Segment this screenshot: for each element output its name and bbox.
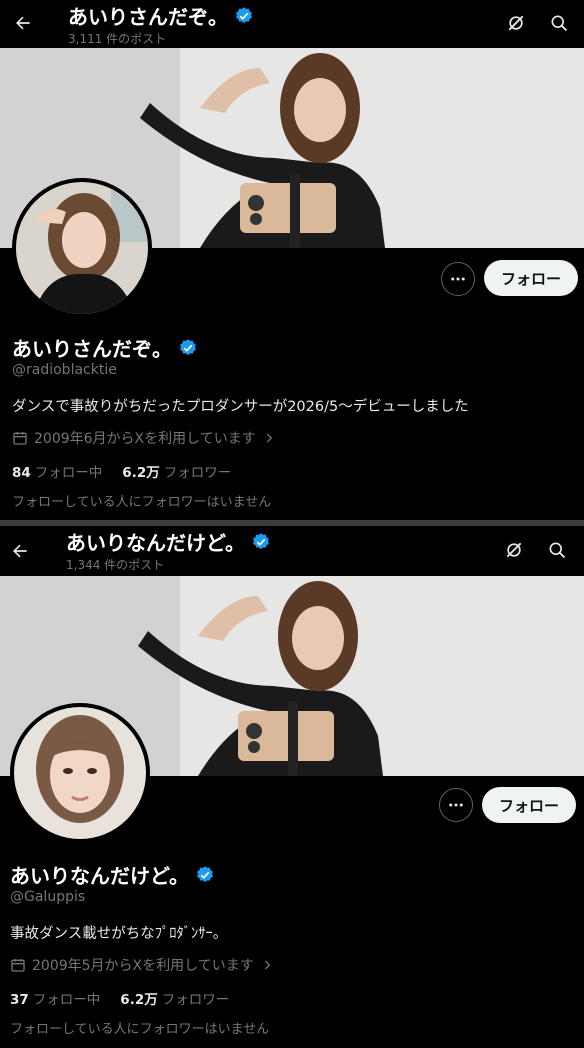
grok-icon[interactable] [501, 537, 527, 563]
following-label: フォロー中 [34, 465, 103, 481]
joined-date[interactable]: 2009年5月からXを利用しています [10, 955, 274, 975]
mutual-followers-note: フォローしている人にフォロワーはいません [10, 1022, 270, 1037]
more-dots-icon [449, 803, 463, 807]
following-link[interactable]: 37 フォロー中 [10, 988, 100, 1008]
display-name: あいりさんだぞ。 [12, 333, 198, 362]
post-count: 1,344 件のポスト [66, 558, 165, 572]
search-icon[interactable] [546, 10, 572, 36]
calendar-icon [11, 959, 25, 972]
header-name: あいりさんだぞ。 [68, 5, 228, 29]
more-options-button[interactable] [441, 262, 475, 296]
followers-link[interactable]: 6.2万 フォロワー [122, 461, 231, 481]
followers-label: フォロワー [163, 465, 232, 481]
avatar[interactable] [12, 178, 152, 318]
display-name-text: あいりさんだぞ。 [12, 337, 172, 361]
followers-count: 6.2万 [120, 992, 158, 1008]
calendar-icon [13, 432, 27, 445]
joined-text: 2009年5月からXを利用しています [32, 958, 254, 974]
grok-icon[interactable] [503, 10, 529, 36]
handle: @Galuppis [10, 889, 86, 905]
top-bar: あいりさんだぞ。 3,111 件のポスト [0, 0, 584, 48]
joined-text: 2009年6月からXを利用しています [34, 431, 256, 447]
post-count: 3,111 件のポスト [68, 32, 167, 46]
chevron-right-icon [266, 433, 272, 443]
header-title: あいりなんだけど。 [66, 527, 271, 556]
followers-count: 6.2万 [122, 465, 160, 481]
header-name: あいりなんだけど。 [66, 531, 245, 555]
back-arrow-icon[interactable] [8, 8, 38, 38]
verified-badge-icon[interactable] [178, 338, 198, 358]
verified-badge-icon [251, 532, 271, 552]
more-options-button[interactable] [439, 788, 473, 822]
joined-date[interactable]: 2009年6月からXを利用しています [12, 428, 276, 448]
followers-label: フォロワー [161, 992, 230, 1008]
follow-stats: 84 フォロー中 6.2万 フォロワー [12, 461, 231, 481]
following-link[interactable]: 84 フォロー中 [12, 461, 102, 481]
following-count: 84 [12, 465, 31, 481]
profile-panel-2: あいりなんだけど。 1,344 件のポスト フォロー あいりなんだけど。 @Ga… [0, 526, 584, 1048]
display-name-text: あいりなんだけど。 [10, 864, 189, 888]
bio: ダンスで事故りがちだったプロダンサーが2026/5～デビューしました [12, 399, 469, 415]
verified-badge-icon [234, 6, 254, 26]
followers-link[interactable]: 6.2万 フォロワー [120, 988, 229, 1008]
follow-stats: 37 フォロー中 6.2万 フォロワー [10, 988, 229, 1008]
profile-panel-1: あいりさんだぞ。 3,111 件のポスト フォロー あいりさんだぞ。 @radi… [0, 0, 584, 520]
bio: 事故ダンス載せがちなﾌﾟﾛﾀﾞﾝｻｰ。 [10, 926, 228, 942]
header-title: あいりさんだぞ。 [68, 1, 254, 30]
search-icon[interactable] [544, 537, 570, 563]
more-dots-icon [451, 277, 465, 281]
display-name: あいりなんだけど。 [10, 860, 215, 889]
follow-button[interactable]: フォロー [484, 260, 578, 296]
mutual-followers-note: フォローしている人にフォロワーはいません [12, 495, 272, 510]
handle: @radioblacktie [12, 362, 117, 378]
chevron-right-icon [264, 960, 270, 970]
following-count: 37 [10, 992, 29, 1008]
following-label: フォロー中 [32, 992, 101, 1008]
verified-badge-icon[interactable] [195, 865, 215, 885]
avatar[interactable] [10, 703, 150, 843]
top-bar: あいりなんだけど。 1,344 件のポスト [0, 526, 584, 574]
back-arrow-icon[interactable] [5, 536, 35, 566]
follow-button[interactable]: フォロー [482, 787, 576, 823]
